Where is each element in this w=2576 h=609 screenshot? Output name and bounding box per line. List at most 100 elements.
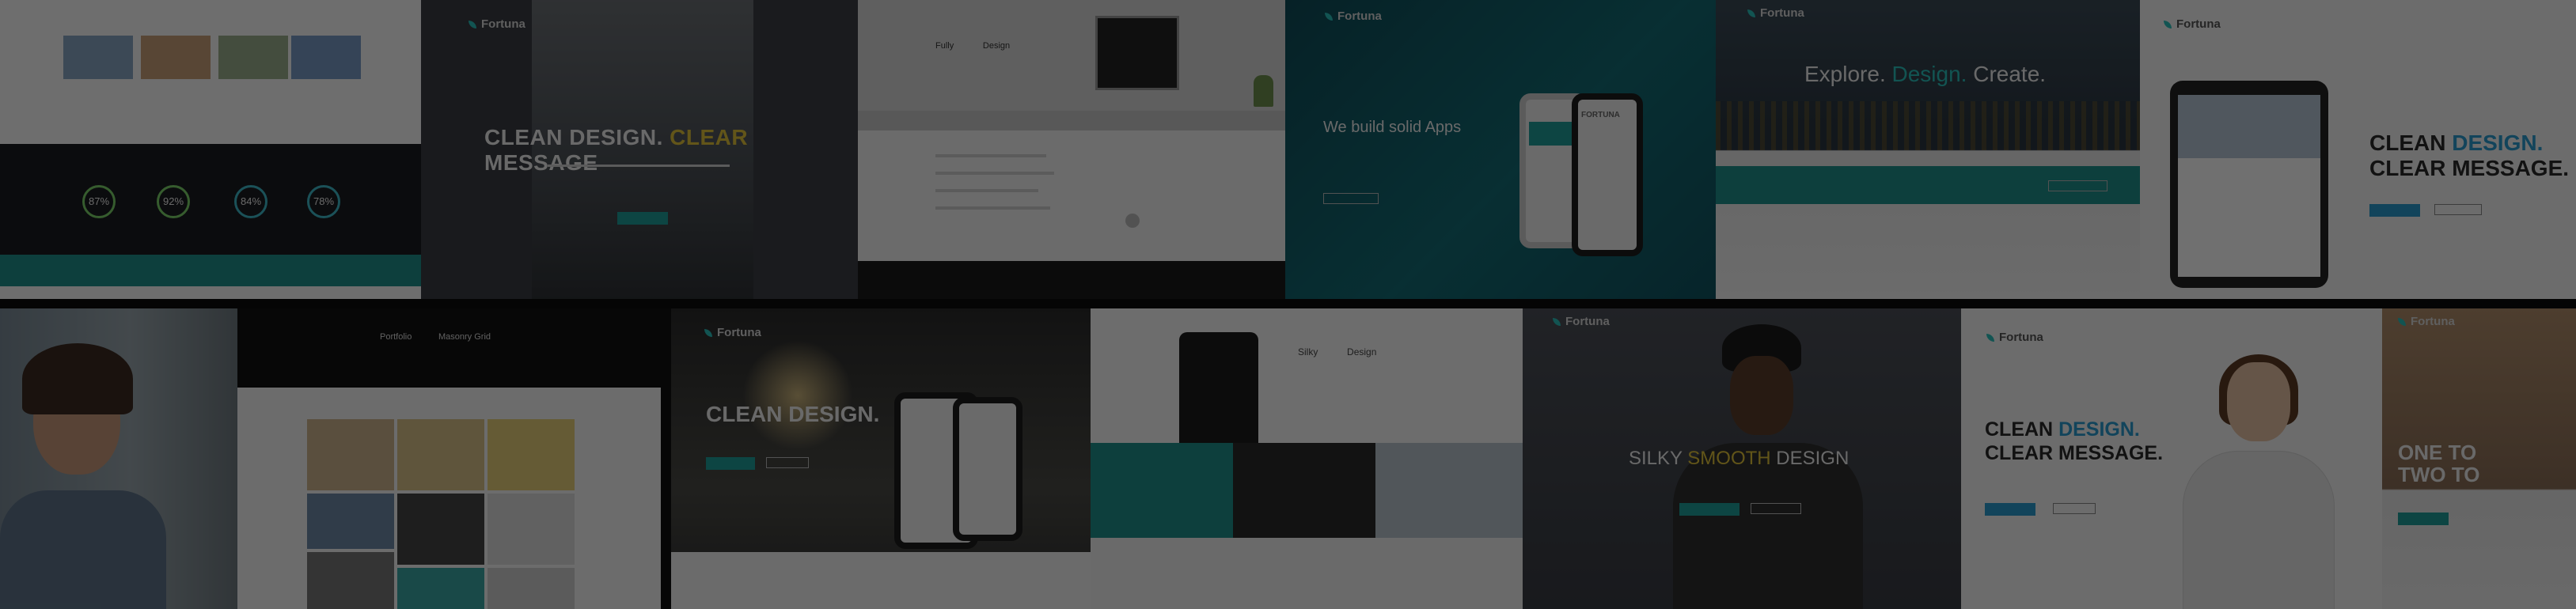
leaf-icon: [2164, 21, 2172, 28]
portfolio-item[interactable]: [397, 568, 484, 609]
tile-5[interactable]: Fortuna Explore. Design. Create.: [1716, 0, 2140, 299]
teal-footer-band: [0, 255, 421, 286]
tile-10[interactable]: Silky Design: [1091, 308, 1523, 609]
hero-button[interactable]: [1679, 503, 1739, 516]
tile-7[interactable]: [0, 308, 237, 609]
headline-part: Create.: [1973, 62, 2047, 86]
hero-button[interactable]: [706, 457, 755, 470]
brand-name: Fortuna: [481, 17, 525, 31]
person-face: [2227, 362, 2290, 441]
stat-ring: 92%: [157, 185, 190, 218]
title-part: Design: [982, 41, 1011, 51]
portfolio-item[interactable]: [488, 419, 575, 490]
tile-6[interactable]: Fortuna CLEAN DESIGN. CLEAR MESSAGE.: [2140, 0, 2576, 299]
headline-highlight: SMOOTH: [1687, 448, 1771, 469]
hero-headline: CLEAN DESIGN. CLEAR MESSAGE.: [1985, 418, 2163, 465]
tile-9[interactable]: Fortuna CLEAN DESIGN.: [671, 308, 1091, 609]
hero-button[interactable]: [2398, 513, 2449, 525]
hero-button[interactable]: [1985, 503, 2035, 516]
explore-headline: Explore. Design. Create.: [1804, 62, 2046, 87]
hero-button-secondary[interactable]: [2434, 204, 2482, 215]
site-logo[interactable]: Fortuna: [1986, 331, 2043, 344]
tablet-hero: [2178, 95, 2320, 158]
thumbnail: [63, 36, 133, 79]
title-part: Silky: [1298, 346, 1318, 357]
portfolio-item[interactable]: [307, 494, 394, 549]
text-line: [935, 172, 1054, 175]
headline-part: DESIGN: [1776, 448, 1849, 469]
hero-title: Fully Design: [935, 41, 1010, 51]
apps-button[interactable]: [1323, 193, 1379, 204]
title-highlight: [1321, 346, 1345, 357]
features-strip: [671, 552, 1091, 609]
leaf-icon: [1986, 334, 1994, 342]
tile-3[interactable]: Fully Design: [858, 0, 1285, 261]
site-logo[interactable]: Fortuna: [469, 17, 525, 31]
tile-1[interactable]: 87% 92% 84% 78%: [0, 0, 421, 299]
brand-name: Fortuna: [1565, 315, 1610, 328]
leaf-icon: [704, 329, 712, 337]
title-part: Masonry Grid: [438, 332, 491, 342]
hero-button[interactable]: [2369, 204, 2420, 217]
headline-line: ONE TO: [2398, 441, 2477, 464]
title-part: Design: [1347, 346, 1377, 357]
headline-line: CLEAR MESSAGE.: [1985, 442, 2164, 464]
counters-strip: [1091, 538, 1523, 609]
portfolio-item[interactable]: [397, 494, 484, 565]
headline-highlight: Design.: [1891, 62, 1967, 86]
device-mockup: [1179, 332, 1258, 451]
portfolio-item[interactable]: [397, 419, 484, 490]
phone-mockup: FORTUNA: [1572, 93, 1643, 256]
brand-name: Fortuna: [1999, 331, 2043, 344]
title-highlight: [414, 332, 436, 342]
stats-band: 87% 92% 84% 78%: [0, 144, 421, 255]
title-part: Portfolio: [380, 332, 412, 342]
text-line: [935, 189, 1038, 192]
stat-ring: 78%: [307, 185, 340, 218]
portfolio-item[interactable]: [307, 552, 394, 609]
tile-12[interactable]: Fortuna CLEAN DESIGN. CLEAR MESSAGE.: [1961, 308, 2382, 609]
person-face: [1730, 356, 1793, 435]
portfolio-item[interactable]: [488, 494, 575, 565]
leaf-icon: [469, 21, 476, 28]
tile-11[interactable]: Fortuna SILKY SMOOTH DESIGN: [1523, 308, 1961, 609]
hero-headline: SILKY SMOOTH DESIGN: [1629, 448, 1849, 470]
site-logo[interactable]: Fortuna: [1553, 315, 1610, 328]
tile-2[interactable]: Fortuna CLEAN DESIGN. CLEAR MESSAGE: [421, 0, 858, 299]
hero-button[interactable]: [617, 212, 668, 225]
plant: [1254, 75, 1273, 107]
thumbnail: [218, 36, 288, 79]
testimonial-avatar: [1125, 214, 1140, 228]
leaf-icon: [1747, 9, 1755, 17]
tile-13[interactable]: Fortuna ONE TO TWO TO: [2382, 308, 2576, 609]
headline-part: MESSAGE: [484, 150, 598, 175]
portfolio-item[interactable]: [307, 419, 394, 490]
thumbnail: [291, 36, 361, 79]
city-lights: [1716, 101, 2140, 150]
site-logo[interactable]: Fortuna: [1747, 6, 1804, 20]
person-body: [0, 490, 166, 609]
hero-button-secondary[interactable]: [2053, 503, 2096, 514]
brand-name: Fortuna: [717, 326, 761, 339]
hero-headline: CLEAN DESIGN. CLEAR MESSAGE: [484, 125, 858, 176]
brand-name: Fortuna: [2176, 17, 2221, 31]
portfolio-item[interactable]: [488, 568, 575, 609]
cta-button[interactable]: [2048, 180, 2107, 191]
headline-part: Explore.: [1804, 62, 1886, 86]
site-logo[interactable]: Fortuna: [2164, 17, 2221, 31]
hero-button-secondary[interactable]: [1751, 503, 1801, 514]
tile-8[interactable]: Portfolio Masonry Grid: [237, 308, 671, 609]
site-logo[interactable]: Fortuna: [1325, 9, 1382, 23]
tile-4[interactable]: Fortuna We build solid Apps FORTUNA: [1285, 0, 1716, 299]
apps-headline: We build solid Apps: [1323, 119, 1462, 136]
headline-line: CLEAN DESIGN.: [1985, 418, 2163, 441]
hero-headline: CLEAN DESIGN. CLEAR MESSAGE.: [2369, 130, 2569, 181]
feature-column: [935, 154, 1062, 225]
text-line: [935, 206, 1050, 210]
section-title: Silky Design: [1298, 346, 1376, 357]
hero-button-secondary[interactable]: [766, 457, 809, 468]
phone-header: [1529, 122, 1578, 146]
site-logo[interactable]: Fortuna: [2398, 315, 2455, 328]
site-logo[interactable]: Fortuna: [704, 326, 761, 339]
teal-panel: [1091, 443, 1233, 538]
